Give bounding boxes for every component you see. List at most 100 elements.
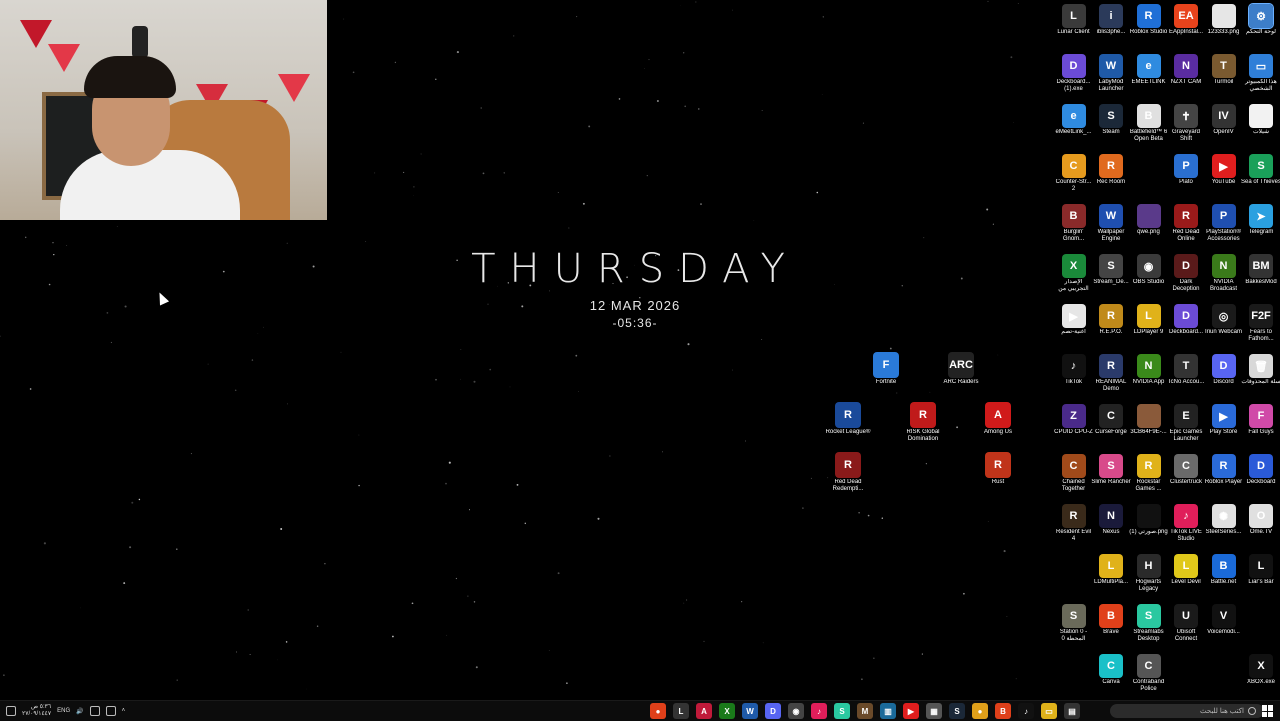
discord-icon[interactable]: D: [765, 703, 781, 719]
desktop-icon[interactable]: SStreamlabs Desktop: [1130, 604, 1167, 654]
desktop-icon[interactable]: SStation 0 - المحطة 0: [1055, 604, 1092, 654]
task-view-icon[interactable]: ▤: [1064, 703, 1080, 719]
adobe-icon[interactable]: A: [696, 703, 712, 719]
desktop-icon[interactable]: TTcNo Accou...: [1168, 354, 1205, 404]
desktop-icon[interactable]: WWallpaper Engine: [1093, 204, 1130, 254]
desktop-icon[interactable]: iiblis3phe...: [1093, 4, 1130, 54]
desktop-icon[interactable]: RREANIMAL Demo: [1093, 354, 1130, 404]
desktop-icon[interactable]: DDeckboard...: [1168, 304, 1205, 354]
desktop-icon[interactable]: ◎Iriun Webcam: [1205, 304, 1242, 354]
file-explorer-icon[interactable]: ▭: [1041, 703, 1057, 719]
desktop-icon[interactable]: RRockstar Games ...: [1130, 454, 1167, 504]
search-box[interactable]: اكتب هنا للبحث: [1110, 704, 1264, 718]
desktop-icon[interactable]: ✝Graveyard Shift: [1168, 104, 1205, 154]
desktop-icon[interactable]: BBattlefield™ 6 Open Beta: [1130, 104, 1167, 154]
desktop-icon[interactable]: PPlayStation® Accessories: [1205, 204, 1242, 254]
desktop-icon[interactable]: WLabyMod Launcher: [1093, 54, 1130, 104]
desktop-icon[interactable]: CCounter-Str... 2: [1055, 154, 1092, 204]
desktop-icon[interactable]: BBurglin' Gnom...: [1055, 204, 1092, 254]
labymod-icon[interactable]: W: [742, 703, 758, 719]
desktop-icon[interactable]: RRust: [978, 452, 1018, 502]
desktop-icon[interactable]: SSlime Rancher: [1093, 454, 1130, 504]
network-icon[interactable]: [90, 706, 100, 716]
desktop-icon[interactable]: F2FFears to Fathom...: [1243, 304, 1280, 354]
desktop-icon[interactable]: CClustertruck: [1168, 454, 1205, 504]
desktop-icon[interactable]: LLevel Devil: [1168, 554, 1205, 604]
lunar-client-icon[interactable]: L: [673, 703, 689, 719]
desktop-icon[interactable]: NNexus: [1093, 504, 1130, 554]
streamlabs-icon[interactable]: S: [834, 703, 850, 719]
minecraft-icon[interactable]: M: [857, 703, 873, 719]
desktop-icon[interactable]: صورتي (1).png: [1130, 504, 1167, 554]
desktop-icon[interactable]: RRISK Global Domination: [903, 402, 943, 452]
desktop-icon[interactable]: RRec Room: [1093, 154, 1130, 204]
desktop-icon[interactable]: ➤Telegram: [1243, 204, 1280, 254]
desktop-icon[interactable]: ▶اغنية-تصم: [1055, 304, 1092, 354]
desktop-icon[interactable]: RRed Dead Redempti...: [828, 452, 868, 502]
desktop-icon[interactable]: DDeckboard: [1243, 454, 1280, 504]
desktop-icon[interactable]: EEpic Games Launcher: [1168, 404, 1205, 454]
desktop-icon[interactable]: DDiscord: [1205, 354, 1242, 404]
desktop-icon[interactable]: SStream_De...: [1093, 254, 1130, 304]
desktop-icon[interactable]: VVoicemodi...: [1205, 604, 1242, 654]
tiktok-icon[interactable]: ♪: [1018, 703, 1034, 719]
desktop-icon[interactable]: شيلات: [1243, 104, 1280, 154]
dashboard-icon[interactable]: ▥: [880, 703, 896, 719]
desktop-icon[interactable]: CChained Together: [1055, 454, 1092, 504]
desktop-icon[interactable]: EAEAppInstal...: [1168, 4, 1205, 54]
desktop-icon[interactable]: SSea of Thieves: [1243, 154, 1280, 204]
desktop-icon[interactable]: ▭هذا الكمبيوتر الشخصي: [1243, 54, 1280, 104]
volume-icon[interactable]: 🔊: [76, 708, 83, 715]
desktop-icon[interactable]: NNZXT CAM: [1168, 54, 1205, 104]
desktop-icon[interactable]: SSteam: [1093, 104, 1130, 154]
desktop-icon[interactable]: RRoblox Studio: [1130, 4, 1167, 54]
desktop-icon[interactable]: Xالإصدار التجريبي من: [1055, 254, 1092, 304]
youtube-icon[interactable]: ▶: [903, 703, 919, 719]
desktop-icon[interactable]: FFortnite: [866, 352, 906, 402]
desktop-icon[interactable]: XXBOX.exe: [1243, 654, 1280, 704]
battery-icon[interactable]: [106, 706, 116, 716]
chevron-up-icon[interactable]: ˄: [122, 708, 126, 714]
desktop-icon[interactable]: ⚙لوحة التحكم: [1243, 4, 1280, 54]
desktop-icon[interactable]: ▶Play Store: [1205, 404, 1242, 454]
desktop-icon[interactable]: LLDMultiPla...: [1093, 554, 1130, 604]
desktop-icon[interactable]: BBattle.net: [1205, 554, 1242, 604]
desktop-icon[interactable]: CContraband Police: [1130, 654, 1167, 704]
chrome-icon[interactable]: ●: [650, 703, 666, 719]
desktop-icon[interactable]: qwe.png: [1130, 204, 1167, 254]
desktop-icon[interactable]: CCurseForge: [1093, 404, 1130, 454]
desktop-icon[interactable]: ✺SteelSeries...: [1205, 504, 1242, 554]
desktop-icon[interactable]: OOme.TV: [1243, 504, 1280, 554]
desktop-icon[interactable]: 3CB64F9E-...: [1130, 404, 1167, 454]
desktop-icon[interactable]: RRocket League®: [828, 402, 868, 452]
desktop-icon[interactable]: TTurmoil: [1205, 54, 1242, 104]
desktop-icon[interactable]: ♪TikTok: [1055, 354, 1092, 404]
start-button[interactable]: [1262, 705, 1274, 717]
chrome-icon[interactable]: ●: [972, 703, 988, 719]
desktop-icon[interactable]: LLDPlayer 9: [1130, 304, 1167, 354]
desktop-icon[interactable]: NNVIDIA App: [1130, 354, 1167, 404]
desktop-icon[interactable]: ♪TikTok LIVE Studio: [1168, 504, 1205, 554]
desktop-icon[interactable]: FFall Guys: [1243, 404, 1280, 454]
desktop-icon[interactable]: BMBakkesMod: [1243, 254, 1280, 304]
obs-icon[interactable]: ◉: [788, 703, 804, 719]
desktop-icon[interactable]: HHogwarts Legacy: [1130, 554, 1167, 604]
tiktok-live-icon[interactable]: ♪: [811, 703, 827, 719]
desktop-icon[interactable]: RR.E.P.O.: [1093, 304, 1130, 354]
brave-icon[interactable]: B: [995, 703, 1011, 719]
language-indicator[interactable]: ENG: [57, 708, 70, 714]
desktop-icon[interactable]: ARCARC Raiders: [941, 352, 981, 402]
desktop-icon[interactable]: ◉OBS Studio: [1130, 254, 1167, 304]
desktop-icon[interactable]: ▶YouTube: [1205, 154, 1242, 204]
desktop-icon[interactable]: 123333.png: [1205, 4, 1242, 54]
desktop-icon[interactable]: NNVIDIA Broadcast: [1205, 254, 1242, 304]
desktop-icon[interactable]: RRoblox Player: [1205, 454, 1242, 504]
steam-icon[interactable]: S: [949, 703, 965, 719]
desktop-icon[interactable]: eEMEETLINK: [1130, 54, 1167, 104]
desktop-icon[interactable]: UUbisoft Connect: [1168, 604, 1205, 654]
desktop-icon[interactable]: 🗑سلة المحذوفات: [1243, 354, 1280, 404]
desktop-icon[interactable]: DDark Deception: [1168, 254, 1205, 304]
desktop-icon[interactable]: RResident Evil 4: [1055, 504, 1092, 554]
desktop-icon[interactable]: PPlato: [1168, 154, 1205, 204]
desktop-icon[interactable]: eeMeetLink_...: [1055, 104, 1092, 154]
